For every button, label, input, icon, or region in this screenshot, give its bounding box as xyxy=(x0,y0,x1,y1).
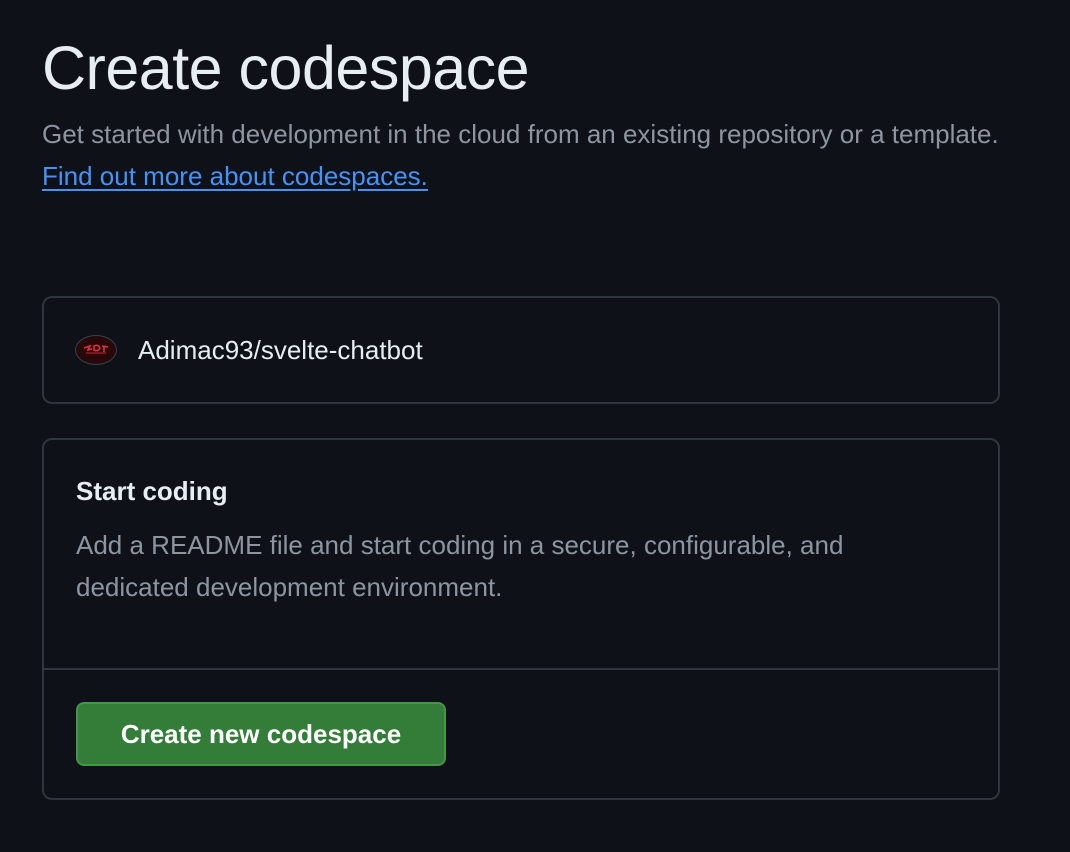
intro-description: Get started with development in the clou… xyxy=(42,119,999,149)
create-codespace-button[interactable]: Create new codespace xyxy=(76,702,446,766)
page: Create codespace Get started with develo… xyxy=(0,0,1070,852)
repo-owner-avatar-icon xyxy=(77,337,115,363)
card-divider xyxy=(44,668,998,670)
repository-card[interactable]: Adimac93/svelte-chatbot xyxy=(42,296,1000,404)
start-coding-title: Start coding xyxy=(76,476,228,506)
start-coding-card: Start coding Add a README file and start… xyxy=(42,438,1000,800)
avatar xyxy=(75,335,117,365)
learn-more-link[interactable]: Find out more about codespaces. xyxy=(42,161,428,191)
intro-text: Get started with development in the clou… xyxy=(42,113,1027,197)
page-title: Create codespace xyxy=(42,34,530,102)
repository-name: Adimac93/svelte-chatbot xyxy=(138,334,423,365)
start-coding-description: Add a README file and start coding in a … xyxy=(76,530,844,602)
